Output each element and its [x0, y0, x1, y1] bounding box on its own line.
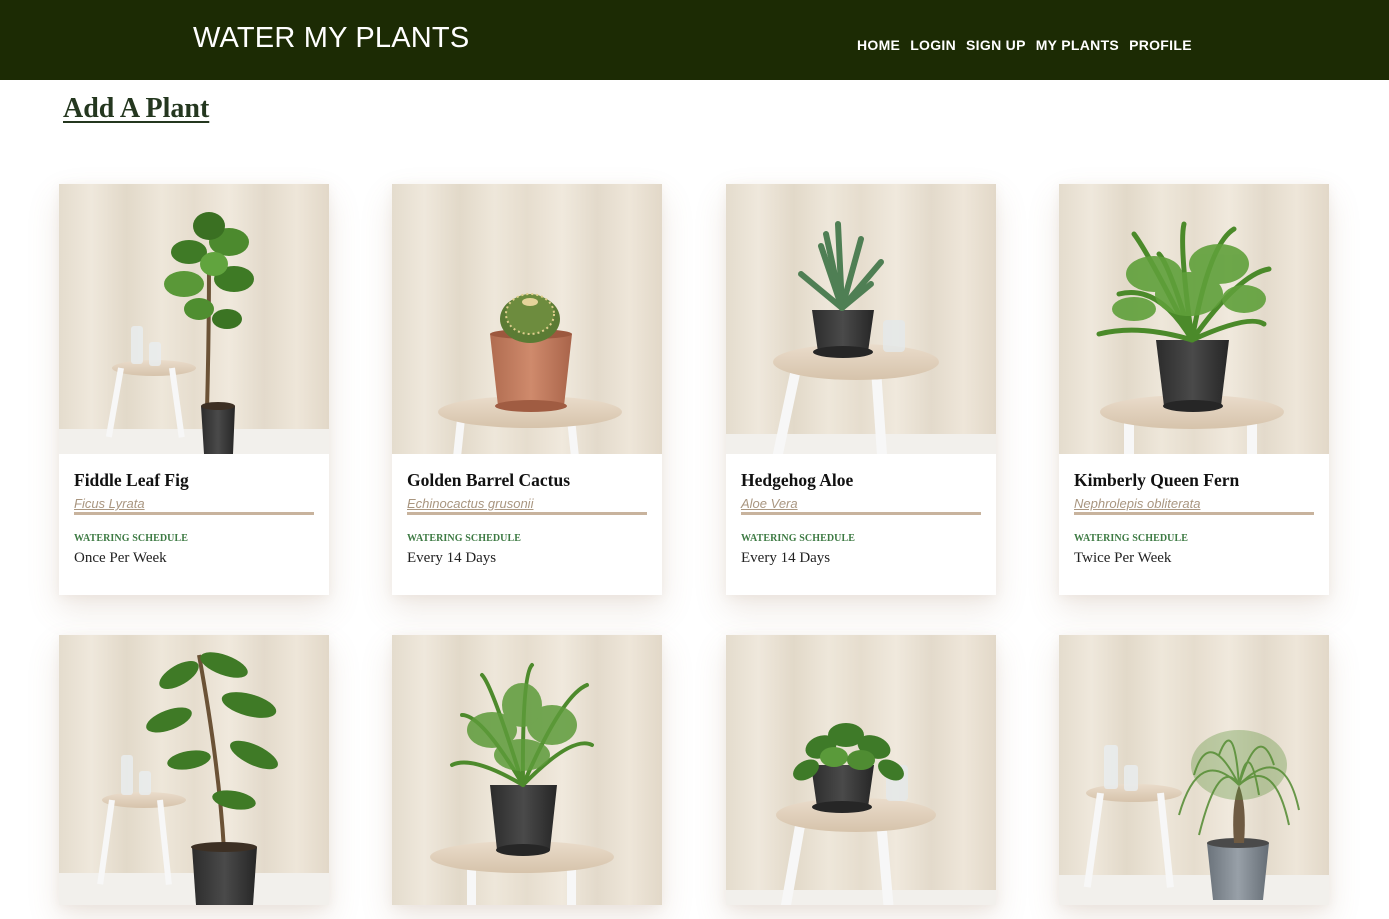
- plant-name: Hedgehog Aloe: [741, 470, 854, 490]
- golden-barrel-cactus-photo: [392, 184, 662, 454]
- plant-card[interactable]: [1059, 635, 1329, 905]
- plant-name: Golden Barrel Cactus: [407, 470, 571, 490]
- plant-card-body: Fiddle Leaf Fig Ficus Lyrata WATERING SC…: [59, 454, 329, 595]
- site-title[interactable]: WATER MY PLANTS: [193, 22, 469, 55]
- nav-link-home[interactable]: HOME: [857, 37, 900, 53]
- watering-schedule-value: Every 14 Days: [741, 550, 831, 566]
- plant-species: Echinocactus grusonii: [407, 496, 647, 515]
- plant-name: Kimberly Queen Fern: [1074, 470, 1240, 490]
- parlor-palm-photo: [392, 635, 662, 905]
- plant-card-body: Kimberly Queen Fern Nephrolepis oblitera…: [1059, 454, 1329, 595]
- add-plant-link[interactable]: Add A Plant: [63, 93, 209, 125]
- watering-schedule-label: WATERING SCHEDULE: [407, 533, 522, 544]
- ponytail-palm-photo: [1059, 635, 1329, 905]
- watering-schedule-label: WATERING SCHEDULE: [74, 533, 189, 544]
- plant-card[interactable]: [59, 635, 329, 905]
- watering-schedule-value: Once Per Week: [74, 550, 167, 566]
- kimberly-queen-fern-photo: [1059, 184, 1329, 454]
- pothos-photo: [726, 635, 996, 905]
- nav-link-my-plants[interactable]: MY PLANTS: [1036, 37, 1119, 53]
- watering-schedule-label: WATERING SCHEDULE: [741, 533, 856, 544]
- nav-link-sign-up[interactable]: SIGN UP: [966, 37, 1026, 53]
- main-nav: HOME LOGIN SIGN UP MY PLANTS PROFILE: [857, 37, 1192, 53]
- plant-card-body: Golden Barrel Cactus Echinocactus gruson…: [392, 454, 662, 595]
- top-navigation-bar: WATER MY PLANTS HOME LOGIN SIGN UP MY PL…: [0, 0, 1389, 80]
- nav-link-login[interactable]: LOGIN: [910, 37, 956, 53]
- fiddle-leaf-fig-photo: [59, 184, 329, 454]
- hedgehog-aloe-photo: [726, 184, 996, 454]
- plant-species: Aloe Vera: [741, 496, 981, 515]
- rubber-tree-photo: [59, 635, 329, 905]
- plant-species: Ficus Lyrata: [74, 496, 314, 515]
- plant-card[interactable]: Fiddle Leaf Fig Ficus Lyrata WATERING SC…: [59, 184, 329, 595]
- plant-card[interactable]: Hedgehog Aloe Aloe Vera WATERING SCHEDUL…: [726, 184, 996, 595]
- watering-schedule-value: Every 14 Days: [407, 550, 497, 566]
- plant-species: Nephrolepis obliterata: [1074, 496, 1314, 515]
- watering-schedule-label: WATERING SCHEDULE: [1074, 533, 1189, 544]
- watering-schedule-value: Twice Per Week: [1074, 550, 1172, 566]
- plant-card[interactable]: [392, 635, 662, 905]
- plant-name: Fiddle Leaf Fig: [74, 470, 189, 490]
- plant-card[interactable]: [726, 635, 996, 905]
- plant-card-body: Hedgehog Aloe Aloe Vera WATERING SCHEDUL…: [726, 454, 996, 595]
- plant-card[interactable]: Kimberly Queen Fern Nephrolepis oblitera…: [1059, 184, 1329, 595]
- nav-link-profile[interactable]: PROFILE: [1129, 37, 1192, 53]
- plant-card[interactable]: Golden Barrel Cactus Echinocactus gruson…: [392, 184, 662, 595]
